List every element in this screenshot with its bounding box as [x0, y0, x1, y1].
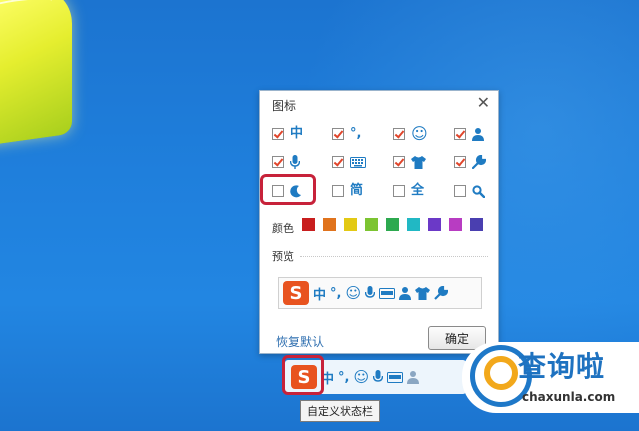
checkbox[interactable]: [332, 185, 344, 197]
option-simplified[interactable]: 简: [332, 182, 363, 200]
highlight-moon-option: [260, 174, 316, 205]
user-icon: [399, 286, 412, 300]
color-swatch[interactable]: [344, 218, 357, 231]
option-punctuation[interactable]: °,: [332, 125, 361, 143]
dialog-title: 图标: [272, 99, 297, 113]
wallpaper-shine: [0, 0, 52, 19]
checkbox[interactable]: [393, 128, 405, 140]
tooltip: 自定义状态栏: [300, 400, 380, 422]
punctuation-icon[interactable]: °,: [338, 370, 349, 385]
checkbox[interactable]: [332, 128, 344, 140]
option-zh[interactable]: 中: [272, 125, 303, 143]
punctuation-icon: °,: [330, 285, 342, 301]
smile-icon: ☺: [345, 284, 362, 302]
color-swatch[interactable]: [302, 218, 315, 231]
sogou-logo-icon: S: [283, 281, 309, 305]
divider: [300, 256, 488, 257]
mic-icon: [365, 286, 376, 300]
color-swatch[interactable]: [365, 218, 378, 231]
preview-label: 预览: [272, 250, 294, 263]
restore-default-link[interactable]: 恢复默认: [276, 333, 324, 350]
color-swatch[interactable]: [428, 218, 441, 231]
color-swatch[interactable]: [449, 218, 462, 231]
watermark-url: chaxunla.com: [522, 390, 616, 404]
shirt-icon: [415, 286, 431, 300]
checkbox[interactable]: [272, 128, 284, 140]
option-skin[interactable]: [393, 153, 426, 171]
mic-icon: [290, 155, 300, 169]
color-swatch[interactable]: [386, 218, 399, 231]
mic-icon[interactable]: [373, 370, 384, 384]
option-emoji[interactable]: ☺: [393, 125, 428, 143]
desktop-wallpaper-shape: [0, 0, 72, 147]
keyboard-icon[interactable]: [387, 371, 404, 383]
checkbox[interactable]: [332, 156, 344, 168]
checkbox[interactable]: [393, 156, 405, 168]
highlight-logo: [282, 355, 324, 395]
customize-statusbar-dialog: 图标 ✕ 中 °, ☺ 简 全 颜色 预览 S 中 °, ☺ 恢复默认 确定: [259, 90, 499, 354]
watermark-logo-inner: [484, 356, 518, 390]
keyboard-icon: [379, 287, 396, 299]
option-tools[interactable]: [454, 153, 486, 171]
wrench-icon: [434, 286, 449, 300]
simplified-icon: 简: [350, 183, 364, 198]
checkbox[interactable]: [454, 128, 466, 140]
smile-icon[interactable]: ☺: [353, 368, 369, 386]
shirt-icon: [411, 155, 426, 169]
user-icon: [472, 127, 484, 141]
search-icon: [472, 184, 485, 198]
smile-icon: ☺: [411, 124, 428, 143]
punctuation-icon: °,: [350, 126, 362, 141]
checkbox[interactable]: [393, 185, 405, 197]
zh-icon: 中: [290, 126, 304, 141]
wrench-icon: [472, 155, 486, 169]
option-fullwidth[interactable]: 全: [393, 182, 424, 200]
color-swatch[interactable]: [470, 218, 483, 231]
user-icon[interactable]: [407, 370, 420, 384]
option-search[interactable]: [454, 182, 485, 200]
preview-statusbar: S 中 °, ☺: [278, 277, 482, 309]
watermark-name: 查询啦: [518, 350, 606, 383]
color-label: 颜色: [272, 222, 294, 235]
close-icon[interactable]: ✕: [477, 93, 490, 112]
option-user[interactable]: [454, 125, 484, 143]
fullwidth-icon: 全: [411, 183, 425, 198]
color-swatch[interactable]: [407, 218, 420, 231]
option-voice[interactable]: [272, 153, 300, 171]
keyboard-icon: [350, 156, 366, 168]
checkbox[interactable]: [454, 185, 466, 197]
checkbox[interactable]: [454, 156, 466, 168]
zh-icon: 中: [313, 287, 327, 303]
color-swatch[interactable]: [323, 218, 336, 231]
checkbox[interactable]: [272, 156, 284, 168]
option-soft-keyboard[interactable]: [332, 153, 366, 171]
